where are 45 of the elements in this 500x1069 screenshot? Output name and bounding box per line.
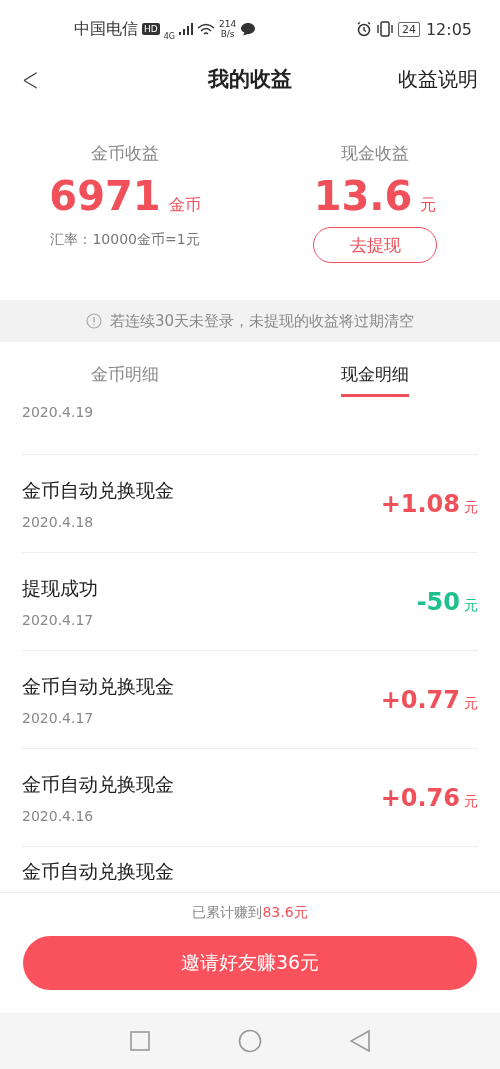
- exchange-rate-text: 汇率：10000金币=1元: [50, 231, 200, 249]
- record-title: 金币自动兑换现金: [22, 673, 174, 699]
- battery-level: 24: [397, 21, 420, 37]
- earnings-info-link[interactable]: 收益说明: [398, 65, 478, 93]
- alarm-icon: [355, 21, 372, 37]
- coin-earnings-value: 6971: [49, 173, 161, 219]
- record-title: 金币自动兑换现金: [22, 771, 174, 797]
- record-date: 2020.4.19: [22, 404, 94, 420]
- detail-tab[interactable]: 金币明细: [91, 349, 159, 397]
- speed-unit: B/s: [220, 29, 235, 39]
- recent-apps-icon[interactable]: [130, 1031, 150, 1051]
- total-earned-text: 已累计赚到83.6元: [192, 904, 308, 922]
- record-amount: +0.76 元: [380, 783, 478, 812]
- cash-earnings-label: 现金收益: [341, 142, 409, 165]
- record-title: 金币自动兑换现金: [22, 477, 174, 503]
- record-amount: +0.77 元: [380, 685, 478, 714]
- back-nav-icon[interactable]: [350, 1030, 370, 1052]
- page-title: 我的收益: [208, 66, 292, 93]
- vibrate-icon: [375, 21, 394, 37]
- record-amount: +1.08 元: [380, 489, 478, 518]
- record-date: 2020.4.17: [22, 611, 95, 628]
- coin-earnings-label: 金币收益: [91, 142, 159, 165]
- cash-unit: 元: [420, 195, 437, 216]
- record-title: 金币自动兑换现金: [22, 859, 174, 884]
- record-title: 提现成功: [22, 575, 98, 601]
- message-icon: [240, 22, 257, 36]
- wifi-icon: [197, 22, 215, 36]
- cash-earnings-value: 13.6: [313, 173, 413, 219]
- carrier-text: 中国电信: [74, 18, 138, 40]
- record-date: 2020.4.16: [22, 807, 95, 824]
- clock-time: 12:05: [425, 19, 472, 39]
- signal-icon: [179, 23, 193, 35]
- hd-badge: HD: [142, 23, 160, 35]
- home-icon[interactable]: [238, 1029, 262, 1053]
- withdraw-button[interactable]: 去提现: [313, 227, 437, 263]
- record-amount: -50 元: [416, 587, 478, 616]
- back-button[interactable]: <: [21, 62, 39, 96]
- info-icon: [85, 313, 102, 329]
- expiry-notice: 若连续30天未登录，未提现的收益将过期清空: [109, 311, 415, 331]
- record-date: 2020.4.17: [22, 709, 95, 726]
- record-date: 2020.4.18: [22, 513, 95, 530]
- detail-tab[interactable]: 现金明细: [341, 349, 409, 397]
- network-type: 4G: [163, 31, 175, 41]
- coin-unit: 金币: [168, 195, 201, 216]
- speed-value: 214: [219, 19, 237, 29]
